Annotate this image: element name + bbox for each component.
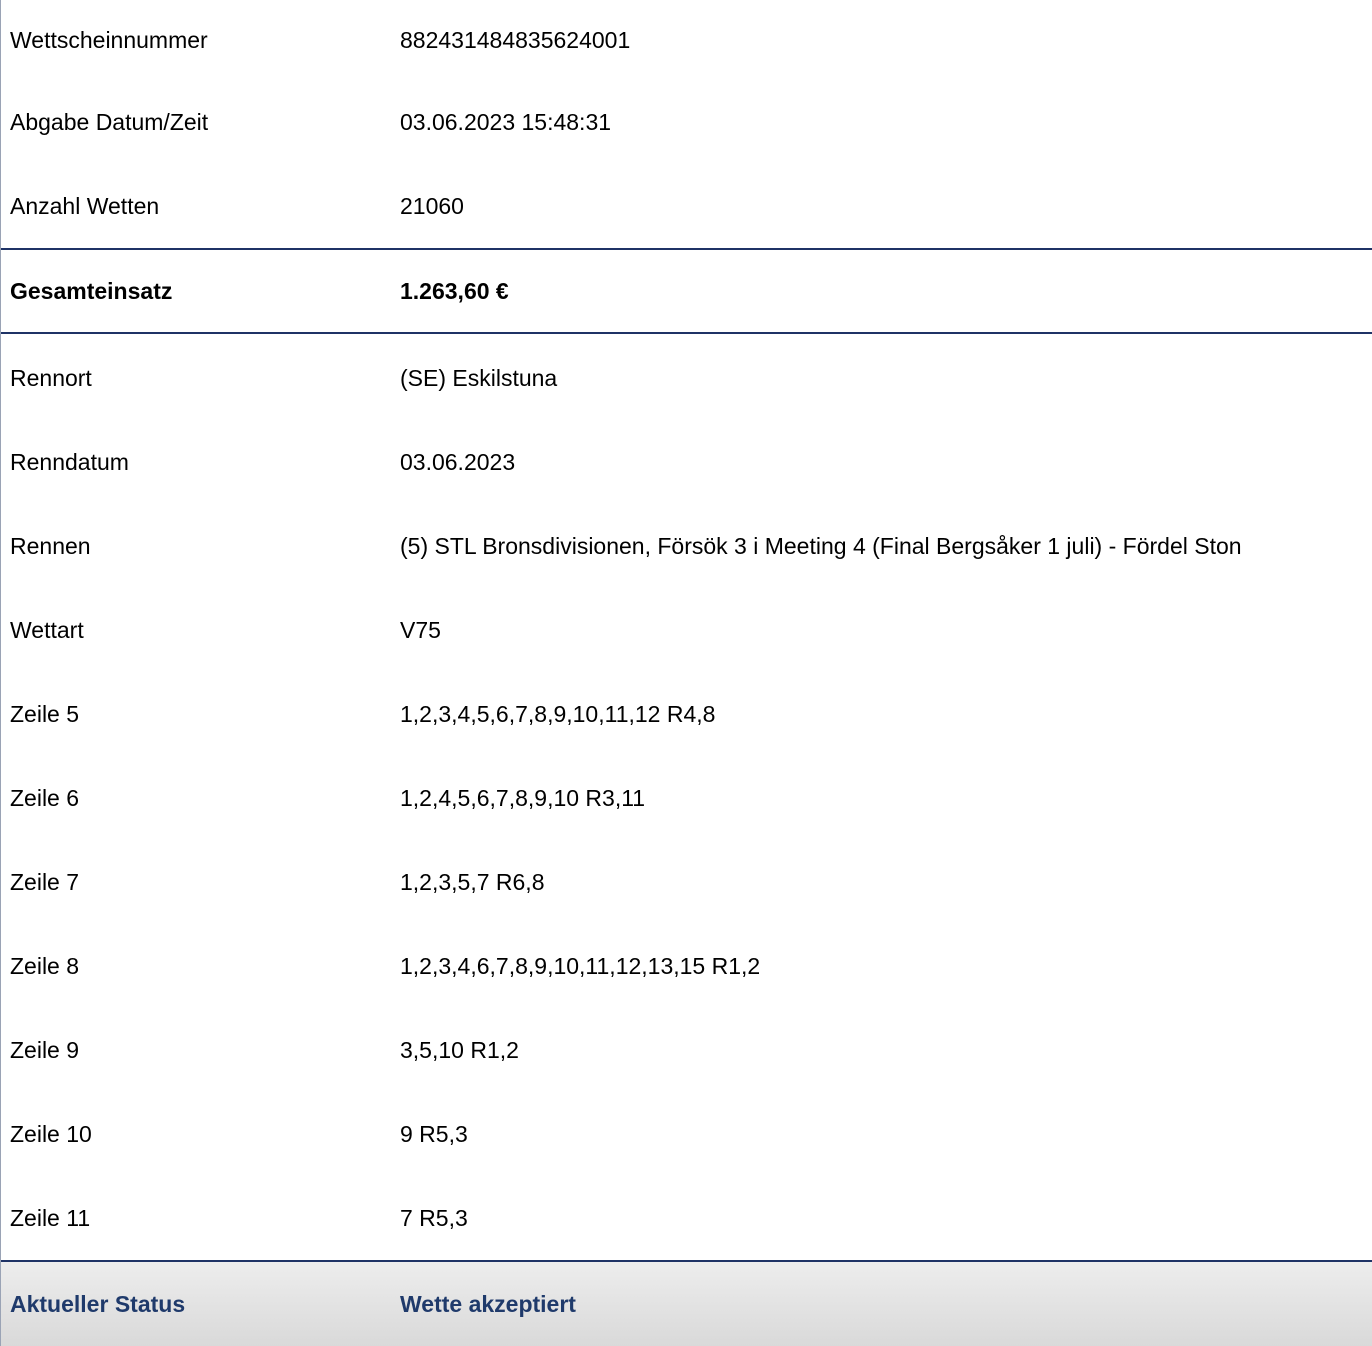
line-9-value: 3,5,10 R1,2 <box>400 1036 519 1063</box>
bet-type-value: V75 <box>400 616 441 643</box>
line-10-value: 9 R5,3 <box>400 1120 468 1147</box>
current-status-label: Aktueller Status <box>10 1290 186 1317</box>
bet-type-label: Wettart <box>10 616 84 643</box>
line-7-label: Zeile 7 <box>10 868 80 895</box>
line-8-value: 1,2,3,4,6,7,8,9,10,11,12,13,15 R1,2 <box>400 952 761 979</box>
line-9-label: Zeile 9 <box>10 1036 80 1063</box>
ticket-number-value: 882431484835624001 <box>400 26 631 53</box>
row-race-venue: Rennort (SE) Eskilstuna <box>1 336 1372 420</box>
submit-datetime-label: Abgabe Datum/Zeit <box>10 108 209 135</box>
race-venue-label: Rennort <box>10 364 92 391</box>
row-line-10: Zeile 10 9 R5,3 <box>1 1092 1372 1176</box>
race-name-label: Rennen <box>10 532 91 559</box>
race-venue-value: (SE) Eskilstuna <box>400 364 558 391</box>
row-submit-datetime: Abgabe Datum/Zeit 03.06.2023 15:48:31 <box>1 80 1372 164</box>
row-line-9: Zeile 9 3,5,10 R1,2 <box>1 1008 1372 1092</box>
line-11-label: Zeile 11 <box>10 1204 91 1231</box>
status-badge: Wette akzeptiert <box>400 1290 576 1317</box>
ticket-header-rows: Wettscheinnummer 882431484835624001 Abga… <box>1 0 1372 248</box>
race-name-value: (5) STL Bronsdivisionen, Försök 3 i Meet… <box>400 532 1242 559</box>
row-total-stake: Gesamteinsatz 1.263,60 € <box>1 248 1372 334</box>
bet-count-value: 21060 <box>400 192 464 219</box>
total-stake-label: Gesamteinsatz <box>10 277 173 304</box>
line-8-label: Zeile 8 <box>10 952 80 979</box>
line-10-label: Zeile 10 <box>10 1120 92 1147</box>
line-7-value: 1,2,3,5,7 R6,8 <box>400 868 545 895</box>
race-date-value: 03.06.2023 <box>400 448 516 475</box>
row-ticket-number: Wettscheinnummer 882431484835624001 <box>1 0 1372 80</box>
line-6-value: 1,2,4,5,6,7,8,9,10 R3,11 <box>400 784 646 811</box>
bet-count-label: Anzahl Wetten <box>10 192 160 219</box>
line-5-value: 1,2,3,4,5,6,7,8,9,10,11,12 R4,8 <box>400 700 716 727</box>
row-line-5: Zeile 5 1,2,3,4,5,6,7,8,9,10,11,12 R4,8 <box>1 672 1372 756</box>
total-stake-block: Gesamteinsatz 1.263,60 € <box>1 248 1372 334</box>
race-detail-rows: Rennort (SE) Eskilstuna Renndatum 03.06.… <box>1 336 1372 1260</box>
row-bet-type: Wettart V75 <box>1 588 1372 672</box>
row-line-11: Zeile 11 7 R5,3 <box>1 1176 1372 1260</box>
row-race-name: Rennen (5) STL Bronsdivisionen, Försök 3… <box>1 504 1372 588</box>
submit-datetime-value: 03.06.2023 15:48:31 <box>400 108 612 135</box>
line-11-value: 7 R5,3 <box>400 1204 468 1231</box>
line-6-label: Zeile 6 <box>10 784 80 811</box>
row-bet-count: Anzahl Wetten 21060 <box>1 164 1372 248</box>
row-line-6: Zeile 6 1,2,4,5,6,7,8,9,10 R3,11 <box>1 756 1372 840</box>
row-current-status: Aktueller Status Wette akzeptiert <box>1 1260 1372 1346</box>
ticket-number-label: Wettscheinnummer <box>10 26 208 53</box>
line-5-label: Zeile 5 <box>10 700 80 727</box>
total-stake-value: 1.263,60 € <box>400 277 509 304</box>
row-race-date: Renndatum 03.06.2023 <box>1 420 1372 504</box>
bet-ticket-details: Wettscheinnummer 882431484835624001 Abga… <box>0 0 1372 1346</box>
row-line-8: Zeile 8 1,2,3,4,6,7,8,9,10,11,12,13,15 R… <box>1 924 1372 1008</box>
race-date-label: Renndatum <box>10 448 129 475</box>
row-line-7: Zeile 7 1,2,3,5,7 R6,8 <box>1 840 1372 924</box>
